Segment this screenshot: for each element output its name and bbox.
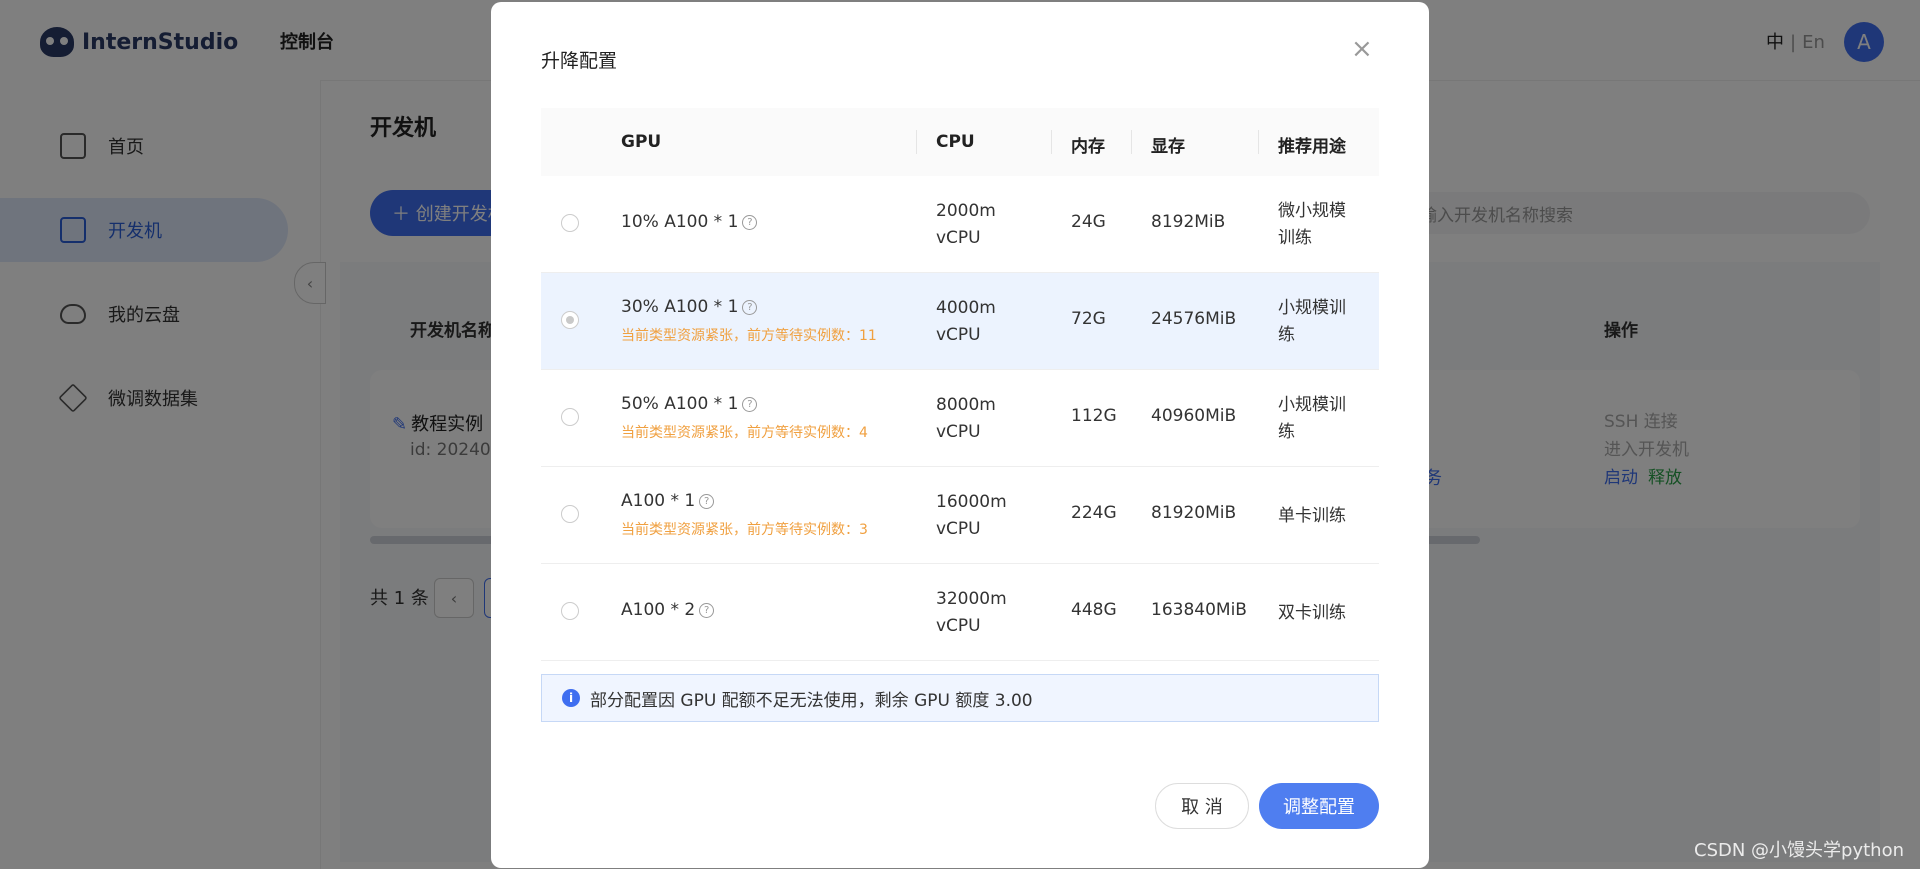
gpu-spec-text: 30% A100 * 1 bbox=[621, 297, 739, 317]
vram-spec: 40960MiB bbox=[1151, 406, 1237, 426]
cpu-spec: 2000m vCPU bbox=[936, 198, 996, 252]
config-table: GPU CPU 内存 显存 推荐用途 10% A100 * 1? 2000m vC… bbox=[541, 108, 1379, 661]
header-cpu: CPU bbox=[936, 132, 975, 152]
resource-warning: 当前类型资源紧张，前方等待实例数：11 bbox=[621, 328, 877, 344]
mem-spec: 72G bbox=[1071, 309, 1106, 329]
recommended-use: 单卡训练 bbox=[1278, 506, 1346, 526]
watermark: CSDN @小馒头学python bbox=[1694, 840, 1905, 861]
mem-spec: 224G bbox=[1071, 503, 1117, 523]
header-use: 推荐用途 bbox=[1278, 137, 1346, 157]
cpu-unit: vCPU bbox=[936, 228, 981, 248]
config-row[interactable]: A100 * 1? 当前类型资源紧张，前方等待实例数：3 16000m vCPU … bbox=[541, 467, 1379, 564]
cancel-button[interactable]: 取 消 bbox=[1155, 783, 1249, 829]
vram-spec: 81920MiB bbox=[1151, 503, 1237, 523]
gpu-spec: A100 * 1? bbox=[621, 491, 715, 511]
cpu-value: 32000m bbox=[936, 589, 1007, 609]
resource-warning: 当前类型资源紧张，前方等待实例数：4 bbox=[621, 425, 868, 441]
cpu-spec: 4000m vCPU bbox=[936, 295, 996, 349]
cpu-spec: 16000m vCPU bbox=[936, 489, 1007, 543]
table-header: GPU CPU 内存 显存 推荐用途 bbox=[541, 108, 1379, 176]
recommended-use: 小规模训练 bbox=[1278, 298, 1346, 345]
apply-config-button[interactable]: 调整配置 bbox=[1259, 783, 1379, 829]
config-radio[interactable] bbox=[561, 505, 579, 523]
cpu-spec: 8000m vCPU bbox=[936, 392, 996, 446]
cpu-value: 16000m bbox=[936, 492, 1007, 512]
config-row[interactable]: 30% A100 * 1? 当前类型资源紧张，前方等待实例数：11 4000m v… bbox=[541, 273, 1379, 370]
vram-spec: 24576MiB bbox=[1151, 309, 1237, 329]
config-row[interactable]: A100 * 2? 32000m vCPU 448G 163840MiB 双卡训练 bbox=[541, 564, 1379, 661]
modal-title: 升降配置 bbox=[541, 50, 618, 72]
config-radio[interactable] bbox=[561, 602, 579, 620]
resize-config-modal: 升降配置 × GPU CPU 内存 显存 推荐用途 10% A100 * 1? … bbox=[491, 2, 1429, 868]
resource-warning: 当前类型资源紧张，前方等待实例数：3 bbox=[621, 522, 868, 538]
cpu-value: 4000m bbox=[936, 298, 996, 318]
recommended-use: 微小规模训练 bbox=[1278, 201, 1346, 248]
header-mem: 内存 bbox=[1071, 137, 1105, 157]
vram-spec: 8192MiB bbox=[1151, 212, 1226, 232]
gpu-spec: 10% A100 * 1? bbox=[621, 212, 758, 232]
cpu-value: 2000m bbox=[936, 201, 996, 221]
cpu-value: 8000m bbox=[936, 395, 996, 415]
help-icon[interactable]: ? bbox=[742, 299, 758, 315]
config-radio[interactable] bbox=[561, 311, 579, 329]
help-icon[interactable]: ? bbox=[699, 602, 715, 618]
quota-notice: i 部分配置因 GPU 配额不足无法使用，剩余 GPU 额度 3.00 bbox=[541, 674, 1379, 722]
help-icon[interactable]: ? bbox=[742, 396, 758, 412]
header-gpu: GPU bbox=[621, 132, 662, 152]
cpu-spec: 32000m vCPU bbox=[936, 586, 1007, 640]
gpu-spec-text: A100 * 1 bbox=[621, 491, 696, 511]
config-row[interactable]: 10% A100 * 1? 2000m vCPU 24G 8192MiB 微小规模… bbox=[541, 176, 1379, 273]
cpu-unit: vCPU bbox=[936, 616, 981, 636]
info-icon: i bbox=[562, 689, 580, 707]
gpu-spec-text: 10% A100 * 1 bbox=[621, 212, 739, 232]
recommended-use: 双卡训练 bbox=[1278, 603, 1346, 623]
gpu-spec: 30% A100 * 1? bbox=[621, 297, 758, 317]
config-radio[interactable] bbox=[561, 214, 579, 232]
cpu-unit: vCPU bbox=[936, 422, 981, 442]
gpu-spec: 50% A100 * 1? bbox=[621, 394, 758, 414]
help-icon[interactable]: ? bbox=[699, 493, 715, 509]
mem-spec: 112G bbox=[1071, 406, 1117, 426]
gpu-spec: A100 * 2? bbox=[621, 600, 715, 620]
mem-spec: 448G bbox=[1071, 600, 1117, 620]
config-radio[interactable] bbox=[561, 408, 579, 426]
help-icon[interactable]: ? bbox=[742, 214, 758, 230]
cpu-unit: vCPU bbox=[936, 325, 981, 345]
gpu-spec-text: A100 * 2 bbox=[621, 600, 696, 620]
cpu-unit: vCPU bbox=[936, 519, 981, 539]
vram-spec: 163840MiB bbox=[1151, 600, 1247, 620]
gpu-spec-text: 50% A100 * 1 bbox=[621, 394, 739, 414]
config-row[interactable]: 50% A100 * 1? 当前类型资源紧张，前方等待实例数：4 8000m vC… bbox=[541, 370, 1379, 467]
header-vram: 显存 bbox=[1151, 137, 1185, 157]
recommended-use: 小规模训练 bbox=[1278, 395, 1346, 442]
mem-spec: 24G bbox=[1071, 212, 1106, 232]
notice-text: 部分配置因 GPU 配额不足无法使用，剩余 GPU 额度 3.00 bbox=[590, 690, 1033, 711]
close-icon[interactable]: × bbox=[1351, 36, 1373, 62]
